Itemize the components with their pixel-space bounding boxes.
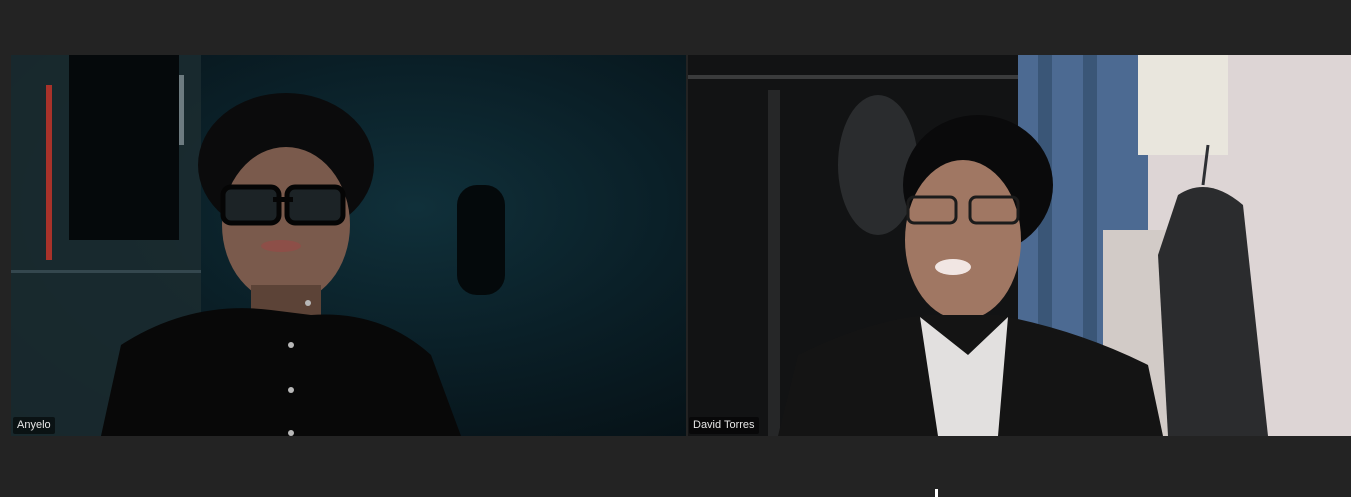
participant-video-tile-anyelo[interactable]: Anyelo	[11, 55, 686, 436]
participant-video-feed	[11, 55, 505, 436]
video-call-stage: Anyelo David Torres	[0, 0, 1351, 497]
participant-video-feed	[688, 55, 1351, 436]
participant-video-tile-david-torres[interactable]: David Torres	[688, 55, 1351, 436]
participant-name-label: Anyelo	[13, 417, 55, 434]
mouse-cursor	[935, 489, 938, 497]
participant-name-label: David Torres	[689, 417, 759, 434]
